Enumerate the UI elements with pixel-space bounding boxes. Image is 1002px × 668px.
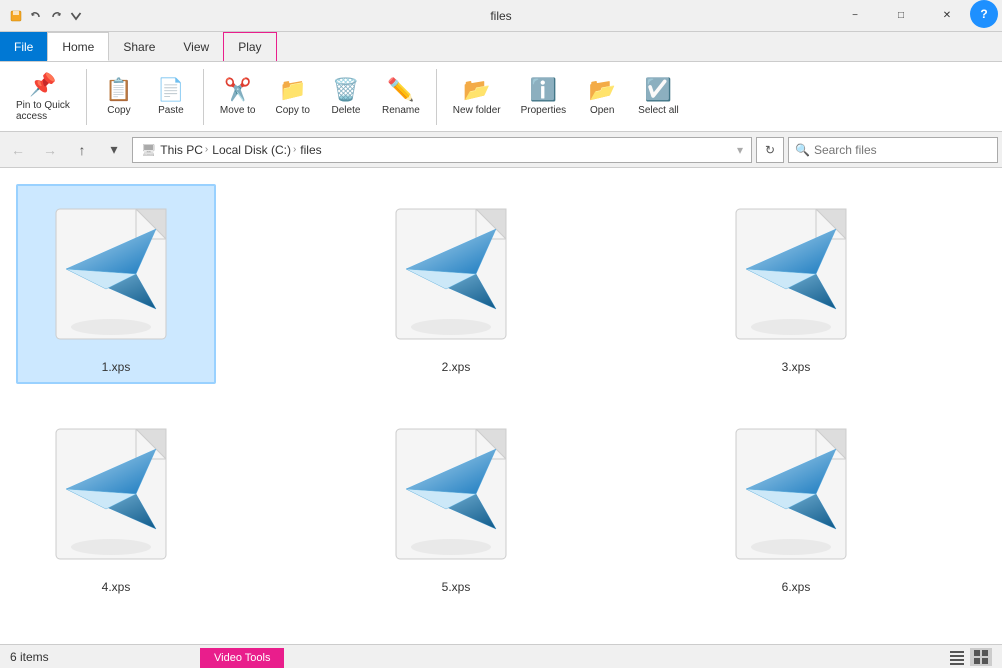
file-name-file5: 5.xps bbox=[442, 580, 471, 594]
tab-file[interactable]: File bbox=[0, 32, 47, 61]
view-buttons bbox=[946, 648, 992, 666]
path-icon: 🖥 bbox=[141, 143, 156, 157]
search-input[interactable] bbox=[814, 143, 991, 157]
open-icon: 📂 bbox=[588, 77, 615, 103]
ribbon-btn-open[interactable]: 📂 Open bbox=[578, 67, 626, 127]
quick-access-dropdown[interactable] bbox=[68, 8, 84, 24]
window-title: files bbox=[490, 9, 511, 23]
file-name-file6: 6.xps bbox=[782, 580, 811, 594]
title-bar-icons bbox=[0, 8, 92, 24]
file-item-file2[interactable]: 2.xps bbox=[356, 184, 556, 384]
ribbon-btn-properties[interactable]: ℹ️ Properties bbox=[513, 67, 575, 127]
file-name-file4: 4.xps bbox=[102, 580, 131, 594]
properties-icon: ℹ️ bbox=[530, 77, 557, 103]
file-icon-wrapper bbox=[716, 194, 876, 354]
window-controls: − □ ✕ ? bbox=[832, 0, 1002, 32]
files-grid: 1.xps 2.xps 3.xps 4.xps 5.xps 6.xps bbox=[16, 184, 986, 604]
file-item-file3[interactable]: 3.xps bbox=[696, 184, 896, 384]
ribbon-content: 📌 Pin to Quickaccess 📋 Copy 📄 Paste ✂️ M… bbox=[0, 62, 1002, 132]
nav-back-button[interactable]: ← bbox=[4, 136, 32, 164]
help-button[interactable]: ? bbox=[970, 0, 998, 28]
tab-play[interactable]: Play bbox=[223, 32, 276, 61]
status-bar: 6 items bbox=[0, 644, 1002, 668]
nav-recent-dropdown[interactable]: ▾ bbox=[100, 136, 128, 164]
pin-icon: 📌 bbox=[29, 72, 56, 98]
ribbon-btn-newfolder[interactable]: 📂 New folder bbox=[445, 67, 509, 127]
ribbon-btn-pin[interactable]: 📌 Pin to Quickaccess bbox=[8, 67, 78, 127]
file-icon-wrapper bbox=[376, 414, 536, 574]
ribbon-btn-rename[interactable]: ✏️ Rename bbox=[374, 67, 428, 127]
ribbon-btn-select[interactable]: ☑️ Select all bbox=[630, 67, 687, 127]
delete-icon: 🗑️ bbox=[332, 77, 359, 103]
file-name-file3: 3.xps bbox=[782, 360, 811, 374]
file-item-file4[interactable]: 4.xps bbox=[16, 404, 216, 604]
view-btn-list[interactable] bbox=[946, 648, 968, 666]
nav-up-button[interactable]: ↑ bbox=[68, 136, 96, 164]
quick-access-redo[interactable] bbox=[48, 8, 64, 24]
tab-home[interactable]: Home bbox=[47, 32, 109, 61]
tab-share[interactable]: Share bbox=[109, 32, 169, 61]
select-icon: ☑️ bbox=[645, 77, 672, 103]
ribbon-btn-copy[interactable]: 📋 Copy bbox=[95, 67, 143, 127]
status-count: 6 items bbox=[10, 650, 49, 664]
newfolder-icon: 📂 bbox=[463, 77, 490, 103]
address-dropdown-arrow[interactable]: ▾ bbox=[737, 143, 743, 157]
copy-icon: 📋 bbox=[105, 77, 132, 103]
main-content: 1.xps 2.xps 3.xps 4.xps 5.xps 6.xps bbox=[0, 168, 1002, 644]
file-icon-wrapper bbox=[376, 194, 536, 354]
ribbon-separator-1 bbox=[86, 69, 87, 125]
ribbon-separator-3 bbox=[436, 69, 437, 125]
search-box[interactable]: 🔍 bbox=[788, 137, 998, 163]
quick-access-undo[interactable] bbox=[28, 8, 44, 24]
ribbon-btn-paste[interactable]: 📄 Paste bbox=[147, 67, 195, 127]
video-tools-tab[interactable]: Video Tools bbox=[200, 648, 284, 668]
minimize-button[interactable]: − bbox=[832, 0, 878, 32]
file-icon-wrapper bbox=[36, 194, 196, 354]
nav-forward-button[interactable]: → bbox=[36, 136, 64, 164]
close-button[interactable]: ✕ bbox=[924, 0, 970, 32]
file-icon-wrapper bbox=[716, 414, 876, 574]
path-current-folder[interactable]: files bbox=[300, 143, 321, 157]
maximize-button[interactable]: □ bbox=[878, 0, 924, 32]
file-item-file6[interactable]: 6.xps bbox=[696, 404, 896, 604]
ribbon-btn-delete[interactable]: 🗑️ Delete bbox=[322, 67, 370, 127]
file-name-file1: 1.xps bbox=[102, 360, 131, 374]
search-icon: 🔍 bbox=[795, 143, 810, 157]
refresh-button[interactable]: ↻ bbox=[756, 137, 784, 163]
quick-access-save[interactable] bbox=[8, 8, 24, 24]
address-bar: ← → ↑ ▾ 🖥 This PC › Local Disk (C:) › fi… bbox=[0, 132, 1002, 168]
tab-view[interactable]: View bbox=[169, 32, 223, 61]
file-icon-wrapper bbox=[36, 414, 196, 574]
ribbon-tab-row: File Home Share View Play bbox=[0, 32, 1002, 62]
title-bar: Video Tools files − □ ✕ ? bbox=[0, 0, 1002, 32]
file-item-file1[interactable]: 1.xps bbox=[16, 184, 216, 384]
paste-icon: 📄 bbox=[157, 77, 184, 103]
file-item-file5[interactable]: 5.xps bbox=[356, 404, 556, 604]
view-btn-largeicons[interactable] bbox=[970, 648, 992, 666]
file-name-file2: 2.xps bbox=[442, 360, 471, 374]
rename-icon: ✏️ bbox=[387, 77, 414, 103]
